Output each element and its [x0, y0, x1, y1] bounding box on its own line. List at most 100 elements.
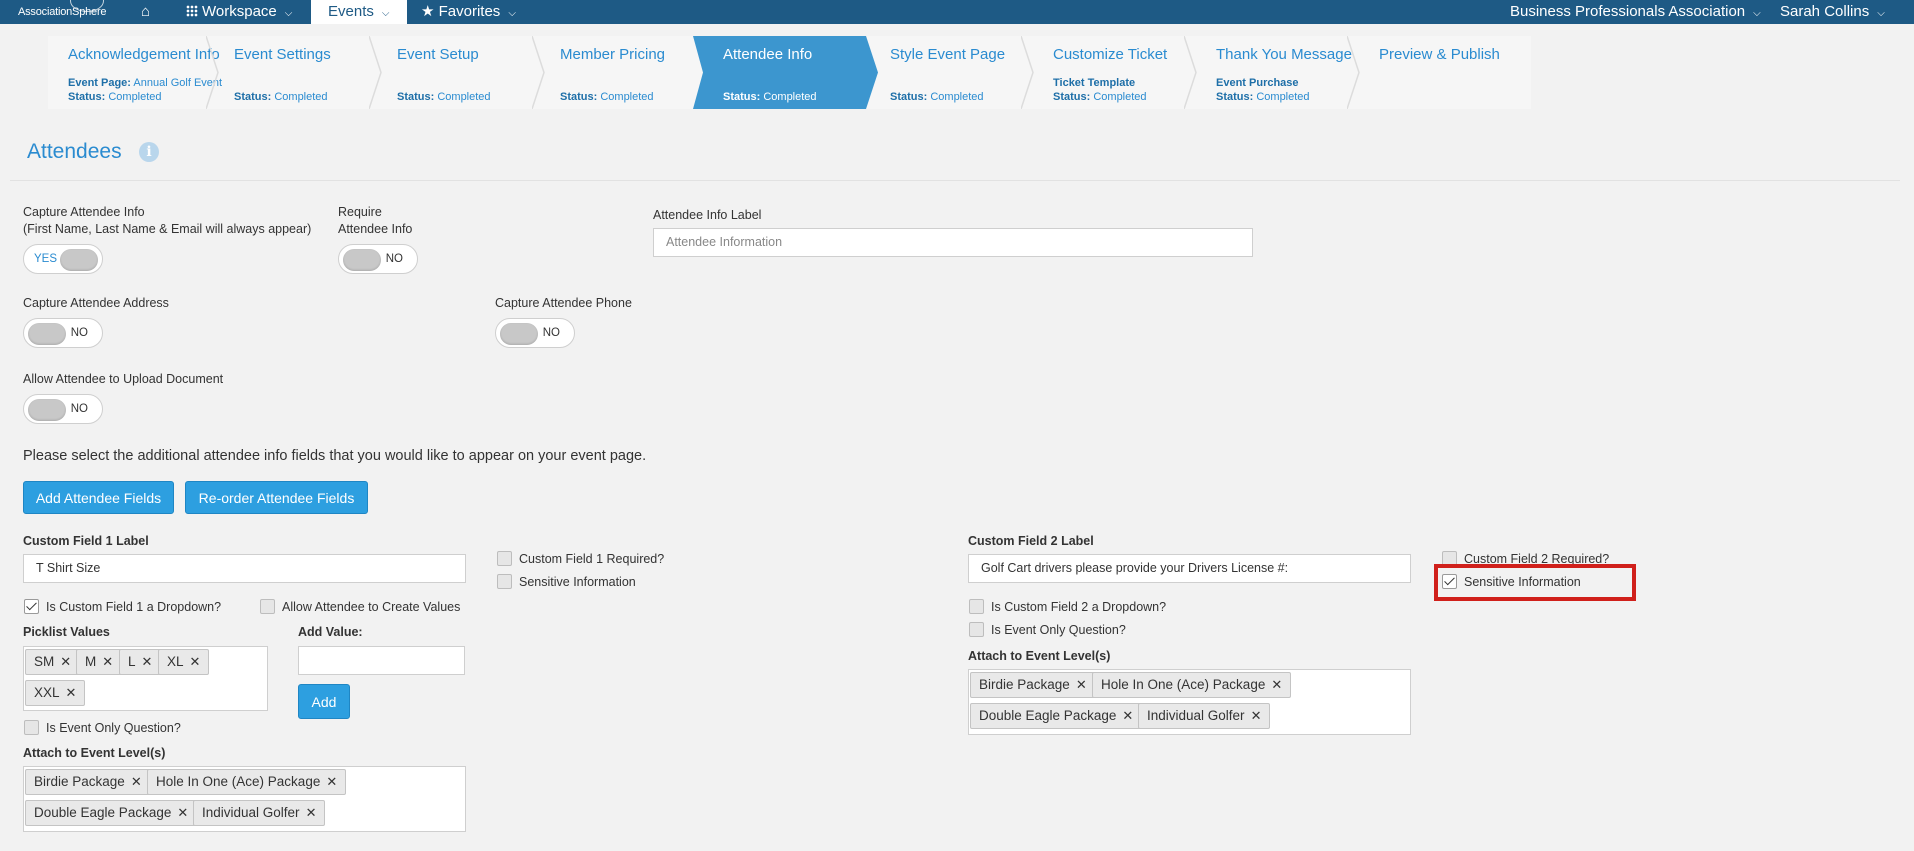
custom-field-1-event-levels-box[interactable]: Birdie Package ✕ Hole In One (Ace) Packag… [23, 766, 466, 832]
organization-menu[interactable]: Business Professionals Association ⌵ [1510, 0, 1761, 24]
allow-create-values-checkbox[interactable] [260, 599, 275, 614]
custom-field-2-event-only-checkbox[interactable] [969, 622, 984, 637]
tag-label: Double Eagle Package [34, 805, 172, 820]
remove-icon[interactable]: ✕ [306, 805, 317, 820]
step-status-key: Status: [560, 91, 598, 103]
step-status-value: Completed [600, 91, 654, 103]
remove-icon[interactable]: ✕ [66, 685, 77, 700]
picklist-tag: L ✕ [119, 649, 162, 675]
step-style-event-page[interactable]: Style Event Page Status: Completed [866, 36, 1034, 109]
remove-icon[interactable]: ✕ [177, 805, 188, 820]
capture-attendee-phone-label: Capture Attendee Phone [495, 296, 632, 310]
require-attendee-info-sublabel: Attendee Info [338, 222, 413, 236]
capture-attendee-address-toggle[interactable]: NO [23, 318, 103, 348]
picklist-values-box[interactable]: SM ✕ M ✕ L ✕ XL ✕ XXL ✕ [23, 646, 268, 711]
organization-label: Business Professionals Association [1510, 3, 1746, 20]
workspace-label: Workspace [202, 3, 277, 20]
step-status-key: Status: [1216, 91, 1254, 103]
toggle-knob [28, 399, 66, 421]
allow-upload-document-toggle[interactable]: NO [23, 394, 103, 424]
add-value-input[interactable] [298, 646, 465, 675]
custom-field-1-required-checkbox[interactable] [497, 551, 512, 566]
custom-field-1-sensitive-checkbox[interactable] [497, 574, 512, 589]
workspace-menu[interactable]: Workspace ⌵ [186, 0, 292, 24]
require-attendee-info-toggle[interactable]: NO [338, 244, 418, 274]
chevron-down-icon: ⌵ [381, 8, 390, 19]
event-level-tag: Individual Golfer ✕ [193, 800, 326, 826]
remove-icon[interactable]: ✕ [131, 774, 142, 789]
step-status-value: Completed [437, 91, 491, 103]
remove-icon[interactable]: ✕ [326, 774, 337, 789]
custom-field-1-dropdown-checkbox[interactable] [24, 599, 39, 614]
step-status-key: Status: [890, 91, 928, 103]
remove-icon[interactable]: ✕ [142, 654, 153, 669]
step-status-value: Completed [930, 91, 984, 103]
toggle-state: YES [34, 253, 58, 265]
picklist-tag: SM ✕ [25, 649, 81, 675]
step-member-pricing[interactable]: Member Pricing Status: Completed [540, 36, 703, 109]
step-status-value: Completed [763, 91, 817, 103]
tag-label: M [85, 654, 97, 669]
step-preview-publish[interactable]: Preview & Publish [1355, 36, 1531, 109]
home-icon[interactable]: ⌂ [141, 0, 150, 24]
step-detail-key: Ticket Template [1053, 77, 1136, 89]
remove-icon[interactable]: ✕ [190, 654, 201, 669]
step-detail-key: Event Page: [68, 77, 131, 89]
tag-label: Hole In One (Ace) Package [1101, 677, 1266, 692]
step-customize-ticket[interactable]: Customize Ticket Ticket Template Status:… [1029, 36, 1197, 109]
toggle-knob [28, 323, 66, 345]
tag-label: XL [167, 654, 184, 669]
reorder-attendee-fields-button[interactable]: Re-order Attendee Fields [185, 481, 368, 514]
highlight-box [1434, 564, 1636, 601]
picklist-tag: XL ✕ [158, 649, 210, 675]
remove-icon[interactable]: ✕ [60, 654, 71, 669]
attendee-info-label-input[interactable]: Attendee Information [653, 228, 1253, 257]
custom-field-1-event-only-label: Is Event Only Question? [46, 721, 181, 735]
association-sphere-logo[interactable]: AssociationSphere [18, 0, 110, 24]
remove-icon[interactable]: ✕ [102, 654, 113, 669]
event-level-tag: Double Eagle Package ✕ [970, 703, 1143, 729]
custom-field-1-event-only-checkbox[interactable] [24, 720, 39, 735]
step-event-settings[interactable]: Event Settings Status: Completed [214, 36, 382, 109]
user-menu[interactable]: Sarah Collins ⌵ [1780, 0, 1885, 24]
custom-field-1-input[interactable]: T Shirt Size [23, 554, 466, 583]
remove-icon[interactable]: ✕ [1271, 677, 1282, 692]
remove-icon[interactable]: ✕ [1122, 708, 1133, 723]
add-value-button[interactable]: Add [298, 684, 350, 719]
remove-icon[interactable]: ✕ [1251, 708, 1262, 723]
step-status-key: Status: [723, 91, 761, 103]
attendee-info-label-label: Attendee Info Label [653, 208, 762, 222]
favorites-menu[interactable]: ★ Favorites ⌵ [421, 0, 516, 24]
step-status-value: Completed [108, 91, 162, 103]
step-title: Member Pricing [560, 46, 666, 63]
remove-icon[interactable]: ✕ [1076, 677, 1087, 692]
step-attendee-info[interactable]: Attendee Info Status: Completed [693, 36, 878, 109]
tag-label: XXL [34, 685, 60, 700]
step-thank-you-message[interactable]: Thank You Message Event Purchase Status:… [1192, 36, 1360, 109]
tag-label: SM [34, 654, 55, 669]
step-title: Style Event Page [890, 46, 1006, 63]
step-status-key: Status: [1053, 91, 1091, 103]
capture-attendee-phone-toggle[interactable]: NO [495, 318, 575, 348]
custom-field-2-input[interactable]: Golf Cart drivers please provide your Dr… [968, 554, 1411, 583]
toggle-knob [500, 323, 538, 345]
events-menu[interactable]: Events ⌵ [311, 0, 407, 24]
add-attendee-fields-button[interactable]: Add Attendee Fields [23, 481, 174, 514]
tag-label: L [128, 654, 136, 669]
active-step-notch [693, 36, 705, 109]
custom-field-2-event-levels-box[interactable]: Birdie Package ✕ Hole In One (Ace) Packag… [968, 669, 1411, 735]
top-navigation-bar: AssociationSphere ⌂ Workspace ⌵ Events ⌵ ★… [0, 0, 1914, 24]
custom-field-1-label: Custom Field 1 Label [23, 534, 149, 548]
custom-field-2-dropdown-checkbox[interactable] [969, 599, 984, 614]
info-icon[interactable]: i [139, 142, 159, 162]
step-detail-key: Event Purchase [1216, 77, 1299, 89]
tag-label: Birdie Package [979, 677, 1070, 692]
tag-label: Hole In One (Ace) Package [156, 774, 321, 789]
capture-attendee-info-toggle[interactable]: YES [23, 244, 103, 274]
picklist-tag: XXL ✕ [25, 680, 86, 706]
step-event-setup[interactable]: Event Setup Status: Completed [377, 36, 545, 109]
step-acknowledgement-info[interactable]: Acknowledgement Info Event Page: Annual … [48, 36, 222, 109]
tag-label: Individual Golfer [202, 805, 300, 820]
step-status-value: Completed [1256, 91, 1310, 103]
events-label: Events [328, 3, 374, 20]
